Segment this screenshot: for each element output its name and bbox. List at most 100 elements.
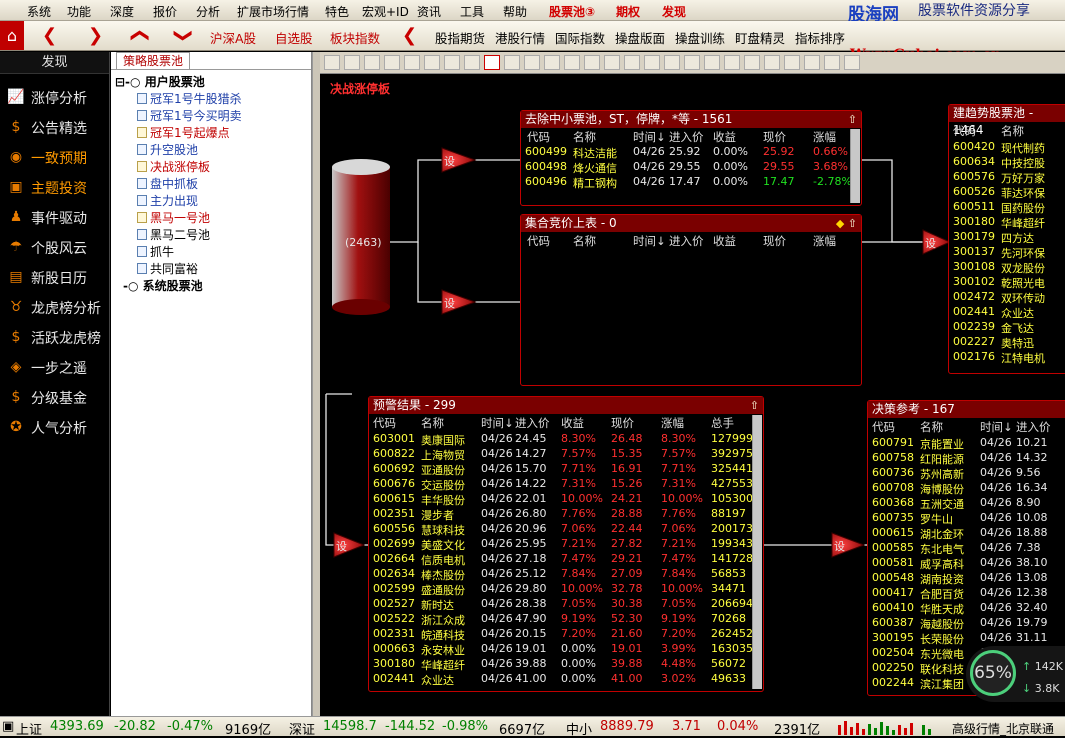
col-time[interactable]: 时间↓ <box>481 415 514 431</box>
pin-icon[interactable]: ⇧ <box>848 111 857 128</box>
nav-one-step[interactable]: ◈ 一步之遥 <box>0 352 110 382</box>
col-code[interactable]: 代码 <box>527 129 550 145</box>
menu-system[interactable]: 系统 <box>27 3 51 20</box>
toolbar-trading-layout[interactable]: 操盘版面 <box>615 28 665 47</box>
col-code[interactable]: 代码 <box>953 123 976 139</box>
nav-event-driven[interactable]: ♟ 事件驱动 <box>0 202 110 232</box>
expand-icon[interactable]: ⊟-○ <box>115 75 141 89</box>
toolbar-intl-index[interactable]: 国际指数 <box>555 28 605 47</box>
menu-options[interactable]: 期权 <box>616 3 640 20</box>
menu-macro[interactable]: 宏观+ID <box>362 3 409 20</box>
tree-item[interactable]: 共同富裕 <box>137 260 198 277</box>
panel-auction[interactable]: 集合竞价上表 - 0 ◆ ⇧ 代码 名称 时间↓ 进入价 收益 现价 涨幅 <box>520 214 862 386</box>
toolbar-watchlist[interactable]: 自选股 <box>275 28 313 47</box>
tree-item[interactable]: 冠军1号起爆点 <box>137 124 230 141</box>
menu-feature[interactable]: 特色 <box>325 3 349 20</box>
tree-item[interactable]: 抓牛 <box>137 243 174 260</box>
pin-icon[interactable]: ⇧ <box>750 397 759 414</box>
tree-item[interactable]: 冠军1号牛股猎杀 <box>137 90 242 107</box>
arrow-up-icon[interactable]: ❮ <box>130 28 151 43</box>
tree-item[interactable]: 升空股池 <box>137 141 198 158</box>
toolbar-hk-quotes[interactable]: 港股行情 <box>495 28 545 47</box>
menu-depth[interactable]: 深度 <box>110 3 134 20</box>
menu-quote[interactable]: 报价 <box>153 3 177 20</box>
col-volume[interactable]: 总手 <box>711 415 734 431</box>
col-time[interactable]: 时间↓ <box>980 419 1013 435</box>
home-icon[interactable]: ⌂ <box>0 21 24 50</box>
menu-news[interactable]: 资讯 <box>417 3 441 20</box>
col-profit[interactable]: 收益 <box>561 415 584 431</box>
nav-consensus[interactable]: ◉ 一致预期 <box>0 142 110 172</box>
nav-limit-up-analysis[interactable]: 📈 涨停分析 <box>0 82 110 112</box>
menu-tools[interactable]: 工具 <box>460 3 484 20</box>
toolbar-trading-training[interactable]: 操盘训练 <box>675 28 725 47</box>
toolbar-index-futures[interactable]: 股指期货 <box>435 28 485 47</box>
pin-icon[interactable]: ◆ ⇧ <box>836 215 857 232</box>
nav-popularity[interactable]: ✪ 人气分析 <box>0 412 110 442</box>
toolbar-prev-icon[interactable]: ❮ <box>402 25 417 46</box>
tree-item[interactable]: 黑马二号池 <box>137 226 210 243</box>
col-code[interactable]: 代码 <box>872 419 895 435</box>
set-label[interactable]: 设 <box>444 295 455 311</box>
tree-item[interactable]: 主力出现 <box>137 192 198 209</box>
col-code[interactable]: 代码 <box>527 233 550 249</box>
menu-ext-market[interactable]: 扩展市场行情 <box>237 3 309 20</box>
tree-user-pool[interactable]: ⊟-○ 用户股票池 <box>115 73 205 90</box>
nav-dragon-tiger[interactable]: ♉ 龙虎榜分析 <box>0 292 110 322</box>
col-entry[interactable]: 进入价 <box>1016 419 1051 435</box>
set-label[interactable]: 设 <box>444 153 455 169</box>
col-price[interactable]: 现价 <box>611 415 634 431</box>
col-name[interactable]: 名称 <box>920 419 943 435</box>
col-change[interactable]: 涨幅 <box>813 233 836 249</box>
set-label[interactable]: 设 <box>834 538 845 554</box>
toolbar-monitor-wizard[interactable]: 盯盘精灵 <box>735 28 785 47</box>
panel-alert-results[interactable]: 预警结果 - 299 ⇧ 代码 名称 时间↓ 进入价 收益 现价 涨幅 总手 60… <box>368 396 764 692</box>
menu-discover[interactable]: 发现 <box>662 3 686 20</box>
panel-exclude-pool[interactable]: 去除中小票池，ST，停牌，*等 - 1561 ⇧ 代码 名称 时间↓ 进入价 收益… <box>520 110 862 206</box>
tree-item[interactable]: 盘中抓板 <box>137 175 198 192</box>
col-name[interactable]: 名称 <box>1001 123 1024 139</box>
menu-function[interactable]: 功能 <box>67 3 91 20</box>
col-name[interactable]: 名称 <box>421 415 444 431</box>
arrow-down-icon[interactable]: ❯ <box>173 28 194 43</box>
forward-arrow-icon[interactable]: ❯ <box>88 25 103 46</box>
menu-stockpool[interactable]: 股票池③ <box>549 3 595 20</box>
set-label[interactable]: 设 <box>925 235 936 251</box>
col-entry[interactable]: 进入价 <box>669 129 704 145</box>
panel-trend-pool[interactable]: 建趋势股票池 - 1464 代码 名称 600420 现代制药 600634 中技控股… <box>948 104 1065 374</box>
tree-item-selected[interactable]: 决战涨停板 <box>137 158 210 175</box>
col-price[interactable]: 现价 <box>763 233 786 249</box>
nav-stock-storm[interactable]: ☂ 个股风云 <box>0 232 110 262</box>
col-time[interactable]: 时间↓ <box>633 129 666 145</box>
scrollbar[interactable] <box>752 415 762 689</box>
network-speed-widget[interactable]: 65% ↑ 142K ↓ 3.8K <box>966 646 1065 702</box>
col-entry[interactable]: 进入价 <box>669 233 704 249</box>
nav-ipo-calendar[interactable]: ▤ 新股日历 <box>0 262 110 292</box>
col-name[interactable]: 名称 <box>573 129 596 145</box>
tree-system-pool[interactable]: -○ 系统股票池 <box>123 277 203 294</box>
menu-analysis[interactable]: 分析 <box>196 3 220 20</box>
panel-splitter[interactable] <box>312 52 320 716</box>
col-time[interactable]: 时间↓ <box>633 233 666 249</box>
server-status[interactable]: 高级行情_北京联通 <box>952 720 1054 737</box>
col-change[interactable]: 涨幅 <box>813 129 836 145</box>
col-code[interactable]: 代码 <box>373 415 396 431</box>
tree-item[interactable]: 冠军1号今买明卖 <box>137 107 242 124</box>
col-profit[interactable]: 收益 <box>713 129 736 145</box>
tree-item[interactable]: 黑马一号池 <box>137 209 210 226</box>
tab-strategy-pool[interactable]: 策略股票池 <box>116 52 191 69</box>
scrollbar[interactable] <box>850 129 860 203</box>
nav-graded-fund[interactable]: $ 分级基金 <box>0 382 110 412</box>
nav-announcements[interactable]: $ 公告精选 <box>0 112 110 142</box>
col-profit[interactable]: 收益 <box>713 233 736 249</box>
toolbar-sector-index[interactable]: 板块指数 <box>330 28 380 47</box>
col-name[interactable]: 名称 <box>573 233 596 249</box>
nav-theme-invest[interactable]: ▣ 主题投资 <box>0 172 110 202</box>
col-entry[interactable]: 进入价 <box>515 415 550 431</box>
back-arrow-icon[interactable]: ❮ <box>42 25 57 46</box>
menu-help[interactable]: 帮助 <box>503 3 527 20</box>
set-label[interactable]: 设 <box>336 538 347 554</box>
nav-active-dragon-tiger[interactable]: $ 活跃龙虎榜 <box>0 322 110 352</box>
toolbar-indicator-sort[interactable]: 指标排序 <box>795 28 845 47</box>
toolbar-sh-sz-a[interactable]: 沪深A股 <box>210 28 256 47</box>
